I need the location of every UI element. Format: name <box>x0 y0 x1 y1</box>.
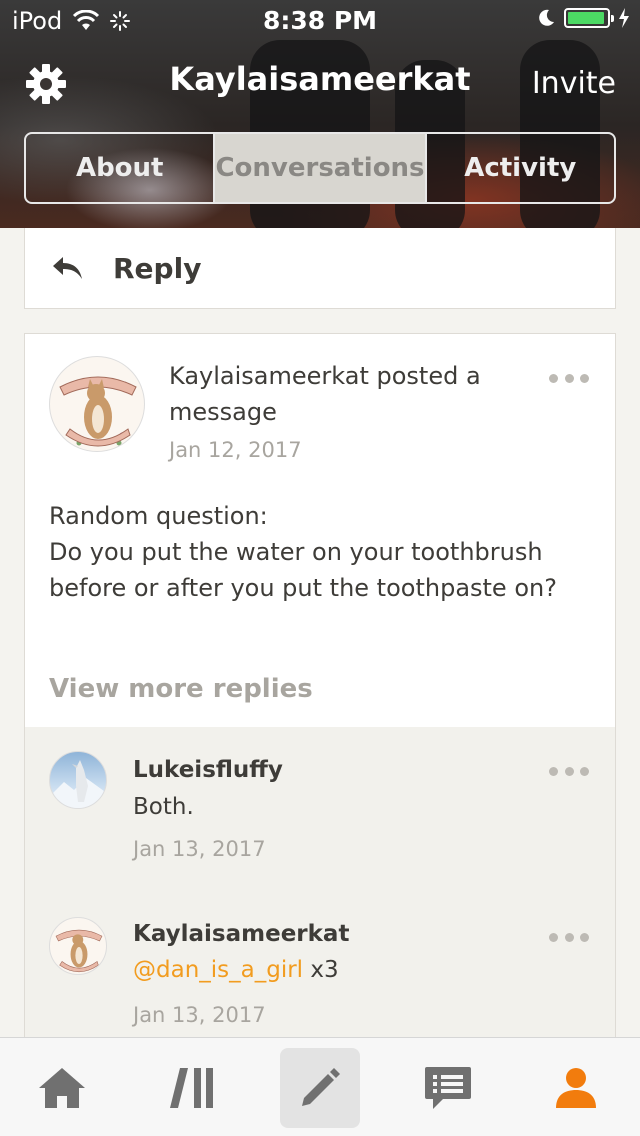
reply-arrow-icon <box>53 257 82 279</box>
tab-compose[interactable] <box>280 1048 360 1128</box>
tab-conversations[interactable]: Conversations <box>213 134 425 202</box>
list-item: Kaylaisameerkat @dan_is_a_girl x3 Jan 13… <box>25 893 615 1054</box>
avatar[interactable] <box>49 751 107 809</box>
home-icon <box>39 1068 85 1108</box>
reply-author[interactable]: Lukeisfluffy <box>133 757 283 783</box>
post-body-line: Do you put the water on your toothbrush <box>49 538 543 566</box>
tab-library[interactable] <box>152 1048 232 1128</box>
tab-home[interactable] <box>22 1048 102 1128</box>
avatar[interactable] <box>49 917 107 975</box>
profile-header: iPod 8:38 PM Kaylaisameerkat Invite Abou… <box>0 0 640 228</box>
reply-date: Jan 13, 2017 <box>133 1003 266 1027</box>
bottom-tab-bar <box>0 1037 640 1136</box>
tab-activity[interactable]: Activity <box>424 134 614 202</box>
reply-text-suffix: x3 <box>303 957 339 983</box>
post-header: Kaylaisameerkat posted a message <box>169 358 509 430</box>
post-date: Jan 12, 2017 <box>169 438 302 462</box>
dog-avatar-image <box>59 376 137 447</box>
more-options-icon[interactable] <box>549 374 589 384</box>
reply-label: Reply <box>113 251 202 285</box>
segmented-tabs: About Conversations Activity <box>24 132 616 204</box>
reply-text: @dan_is_a_girl x3 <box>133 957 339 983</box>
replies-list: Lukeisfluffy Both. Jan 13, 2017 Kaylaisa… <box>25 727 615 1054</box>
reply-text: Both. <box>133 794 194 820</box>
post-action-line: message <box>169 398 277 426</box>
profile-icon <box>556 1068 596 1108</box>
avatar[interactable] <box>49 356 145 452</box>
post-body-line: before or after you put the toothpaste o… <box>49 574 557 602</box>
post-card: Kaylaisameerkat posted a message Jan 12,… <box>24 333 616 1054</box>
tab-about[interactable]: About <box>26 134 213 202</box>
post-body: Random question: Do you put the water on… <box>49 498 589 606</box>
status-bar: iPod 8:38 PM <box>0 0 640 40</box>
tab-profile[interactable] <box>536 1048 616 1128</box>
reply-button[interactable]: Reply <box>24 228 616 309</box>
chat-icon <box>425 1067 471 1109</box>
reply-date: Jan 13, 2017 <box>133 837 266 861</box>
post-action-line: Kaylaisameerkat posted a <box>169 362 481 390</box>
wolf-avatar-image <box>50 760 106 808</box>
view-more-replies-link[interactable]: View more replies <box>49 674 313 704</box>
mention-link[interactable]: @dan_is_a_girl <box>133 957 303 983</box>
library-icon <box>170 1068 213 1108</box>
compose-pencil-icon <box>302 1068 340 1106</box>
dog-avatar-image <box>55 929 103 973</box>
more-options-icon[interactable] <box>549 933 589 943</box>
charging-bolt-icon <box>619 8 629 28</box>
list-item: Lukeisfluffy Both. Jan 13, 2017 <box>25 727 615 887</box>
more-options-icon[interactable] <box>549 767 589 777</box>
invite-button[interactable]: Invite <box>532 66 616 101</box>
do-not-disturb-moon-icon <box>539 9 554 26</box>
reply-author[interactable]: Kaylaisameerkat <box>133 921 349 947</box>
battery-icon <box>564 8 614 28</box>
tab-chat[interactable] <box>408 1048 488 1128</box>
post-body-line: Random question: <box>49 502 268 530</box>
